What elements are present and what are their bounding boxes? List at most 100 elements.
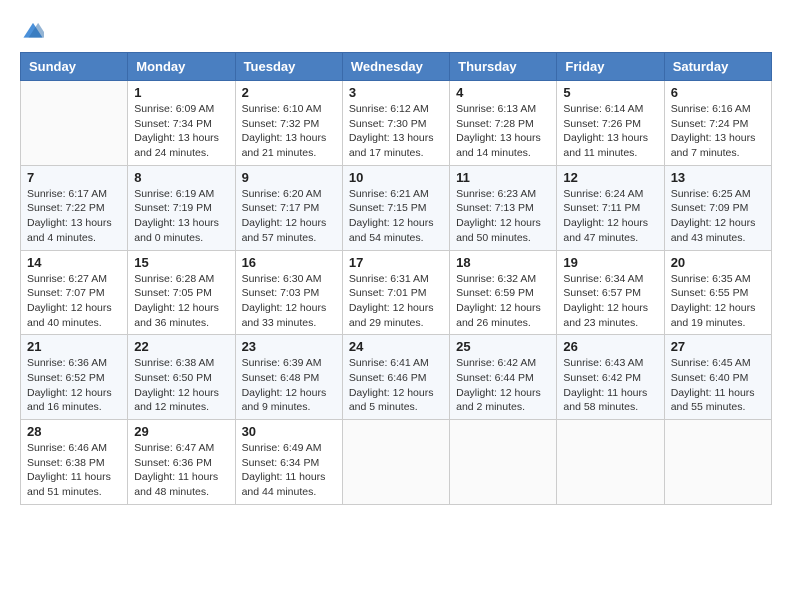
day-info: Sunrise: 6:19 AMSunset: 7:19 PMDaylight:… — [134, 187, 228, 246]
calendar-day-cell: 28 Sunrise: 6:46 AMSunset: 6:38 PMDayligh… — [21, 420, 128, 505]
weekday-header-thursday: Thursday — [450, 53, 557, 81]
day-info: Sunrise: 6:17 AMSunset: 7:22 PMDaylight:… — [27, 187, 121, 246]
calendar-day-cell — [342, 420, 449, 505]
calendar-day-cell: 16 Sunrise: 6:30 AMSunset: 7:03 PMDayligh… — [235, 250, 342, 335]
calendar-day-cell: 27 Sunrise: 6:45 AMSunset: 6:40 PMDayligh… — [664, 335, 771, 420]
day-number: 5 — [563, 85, 657, 100]
day-info: Sunrise: 6:09 AMSunset: 7:34 PMDaylight:… — [134, 102, 228, 161]
day-number: 19 — [563, 255, 657, 270]
day-info: Sunrise: 6:16 AMSunset: 7:24 PMDaylight:… — [671, 102, 765, 161]
day-info: Sunrise: 6:49 AMSunset: 6:34 PMDaylight:… — [242, 441, 336, 500]
day-number: 23 — [242, 339, 336, 354]
day-number: 1 — [134, 85, 228, 100]
day-number: 26 — [563, 339, 657, 354]
day-number: 27 — [671, 339, 765, 354]
calendar-day-cell: 17 Sunrise: 6:31 AMSunset: 7:01 PMDayligh… — [342, 250, 449, 335]
day-info: Sunrise: 6:20 AMSunset: 7:17 PMDaylight:… — [242, 187, 336, 246]
calendar-day-cell — [21, 81, 128, 166]
day-number: 14 — [27, 255, 121, 270]
day-info: Sunrise: 6:34 AMSunset: 6:57 PMDaylight:… — [563, 272, 657, 331]
calendar-day-cell: 15Sunrise: 6:28 AMSunset: 7:05 PMDayligh… — [128, 250, 235, 335]
weekday-header-tuesday: Tuesday — [235, 53, 342, 81]
day-number: 2 — [242, 85, 336, 100]
logo — [20, 20, 44, 42]
day-number: 9 — [242, 170, 336, 185]
day-info: Sunrise: 6:24 AMSunset: 7:11 PMDaylight:… — [563, 187, 657, 246]
day-number: 4 — [456, 85, 550, 100]
day-info: Sunrise: 6:13 AMSunset: 7:28 PMDaylight:… — [456, 102, 550, 161]
calendar-day-cell: 21 Sunrise: 6:36 AMSunset: 6:52 PMDayligh… — [21, 335, 128, 420]
calendar-day-cell: 12 Sunrise: 6:24 AMSunset: 7:11 PMDayligh… — [557, 165, 664, 250]
day-info: Sunrise: 6:10 AMSunset: 7:32 PMDaylight:… — [242, 102, 336, 161]
day-number: 7 — [27, 170, 121, 185]
calendar-day-cell: 24Sunrise: 6:41 AMSunset: 6:46 PMDayligh… — [342, 335, 449, 420]
day-info: Sunrise: 6:23 AMSunset: 7:13 PMDaylight:… — [456, 187, 550, 246]
day-info: Sunrise: 6:21 AMSunset: 7:15 PMDaylight:… — [349, 187, 443, 246]
calendar-day-cell: 8 Sunrise: 6:19 AMSunset: 7:19 PMDaylight… — [128, 165, 235, 250]
calendar-table: SundayMondayTuesdayWednesdayThursdayFrid… — [20, 52, 772, 505]
day-number: 13 — [671, 170, 765, 185]
day-number: 17 — [349, 255, 443, 270]
day-number: 28 — [27, 424, 121, 439]
calendar-day-cell: 26Sunrise: 6:43 AMSunset: 6:42 PMDayligh… — [557, 335, 664, 420]
day-info: Sunrise: 6:46 AMSunset: 6:38 PMDaylight:… — [27, 441, 121, 500]
calendar-week-row: 14Sunrise: 6:27 AMSunset: 7:07 PMDayligh… — [21, 250, 772, 335]
day-number: 10 — [349, 170, 443, 185]
day-info: Sunrise: 6:39 AMSunset: 6:48 PMDaylight:… — [242, 356, 336, 415]
calendar-day-cell: 18 Sunrise: 6:32 AMSunset: 6:59 PMDayligh… — [450, 250, 557, 335]
calendar-day-cell: 13 Sunrise: 6:25 AMSunset: 7:09 PMDayligh… — [664, 165, 771, 250]
calendar-week-row: 28 Sunrise: 6:46 AMSunset: 6:38 PMDayligh… — [21, 420, 772, 505]
calendar-week-row: 1 Sunrise: 6:09 AMSunset: 7:34 PMDaylight… — [21, 81, 772, 166]
weekday-header-monday: Monday — [128, 53, 235, 81]
calendar-day-cell: 30 Sunrise: 6:49 AMSunset: 6:34 PMDayligh… — [235, 420, 342, 505]
day-number: 12 — [563, 170, 657, 185]
calendar-day-cell: 7 Sunrise: 6:17 AMSunset: 7:22 PMDaylight… — [21, 165, 128, 250]
calendar-header-row: SundayMondayTuesdayWednesdayThursdayFrid… — [21, 53, 772, 81]
logo-icon — [22, 20, 44, 42]
day-info: Sunrise: 6:38 AMSunset: 6:50 PMDaylight:… — [134, 356, 228, 415]
calendar-day-cell: 5 Sunrise: 6:14 AMSunset: 7:26 PMDaylight… — [557, 81, 664, 166]
day-number: 3 — [349, 85, 443, 100]
calendar-day-cell: 23 Sunrise: 6:39 AMSunset: 6:48 PMDayligh… — [235, 335, 342, 420]
day-number: 25 — [456, 339, 550, 354]
calendar-day-cell — [664, 420, 771, 505]
calendar-day-cell: 3 Sunrise: 6:12 AMSunset: 7:30 PMDaylight… — [342, 81, 449, 166]
day-number: 8 — [134, 170, 228, 185]
day-number: 29 — [134, 424, 228, 439]
calendar-day-cell: 19 Sunrise: 6:34 AMSunset: 6:57 PMDayligh… — [557, 250, 664, 335]
day-number: 21 — [27, 339, 121, 354]
calendar-day-cell: 9 Sunrise: 6:20 AMSunset: 7:17 PMDaylight… — [235, 165, 342, 250]
day-number: 20 — [671, 255, 765, 270]
calendar-day-cell: 11 Sunrise: 6:23 AMSunset: 7:13 PMDayligh… — [450, 165, 557, 250]
calendar-day-cell — [450, 420, 557, 505]
calendar-day-cell: 4 Sunrise: 6:13 AMSunset: 7:28 PMDaylight… — [450, 81, 557, 166]
day-info: Sunrise: 6:30 AMSunset: 7:03 PMDaylight:… — [242, 272, 336, 331]
weekday-header-saturday: Saturday — [664, 53, 771, 81]
day-info: Sunrise: 6:25 AMSunset: 7:09 PMDaylight:… — [671, 187, 765, 246]
day-info: Sunrise: 6:36 AMSunset: 6:52 PMDaylight:… — [27, 356, 121, 415]
day-number: 30 — [242, 424, 336, 439]
day-info: Sunrise: 6:12 AMSunset: 7:30 PMDaylight:… — [349, 102, 443, 161]
page-header — [20, 20, 772, 42]
day-info: Sunrise: 6:42 AMSunset: 6:44 PMDaylight:… — [456, 356, 550, 415]
calendar-day-cell: 1 Sunrise: 6:09 AMSunset: 7:34 PMDaylight… — [128, 81, 235, 166]
day-info: Sunrise: 6:47 AMSunset: 6:36 PMDaylight:… — [134, 441, 228, 500]
day-info: Sunrise: 6:35 AMSunset: 6:55 PMDaylight:… — [671, 272, 765, 331]
day-number: 22 — [134, 339, 228, 354]
calendar-day-cell: 14Sunrise: 6:27 AMSunset: 7:07 PMDayligh… — [21, 250, 128, 335]
calendar-day-cell: 22 Sunrise: 6:38 AMSunset: 6:50 PMDayligh… — [128, 335, 235, 420]
day-info: Sunrise: 6:31 AMSunset: 7:01 PMDaylight:… — [349, 272, 443, 331]
day-number: 18 — [456, 255, 550, 270]
calendar-week-row: 7 Sunrise: 6:17 AMSunset: 7:22 PMDaylight… — [21, 165, 772, 250]
day-number: 16 — [242, 255, 336, 270]
calendar-day-cell: 6 Sunrise: 6:16 AMSunset: 7:24 PMDaylight… — [664, 81, 771, 166]
day-info: Sunrise: 6:41 AMSunset: 6:46 PMDaylight:… — [349, 356, 443, 415]
calendar-week-row: 21 Sunrise: 6:36 AMSunset: 6:52 PMDayligh… — [21, 335, 772, 420]
day-info: Sunrise: 6:32 AMSunset: 6:59 PMDaylight:… — [456, 272, 550, 331]
day-number: 11 — [456, 170, 550, 185]
weekday-header-wednesday: Wednesday — [342, 53, 449, 81]
day-number: 15 — [134, 255, 228, 270]
day-info: Sunrise: 6:14 AMSunset: 7:26 PMDaylight:… — [563, 102, 657, 161]
day-info: Sunrise: 6:45 AMSunset: 6:40 PMDaylight:… — [671, 356, 765, 415]
day-number: 6 — [671, 85, 765, 100]
